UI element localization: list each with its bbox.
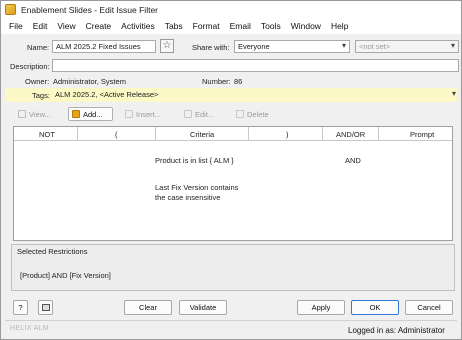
criteria-grid[interactable]: NOT ( Criteria ) AND/OR Prompt Product i… xyxy=(13,126,453,241)
share-with-select[interactable]: Everyone xyxy=(234,40,350,53)
col-and-or: AND/OR xyxy=(336,130,366,139)
col-prompt: Prompt xyxy=(410,130,435,139)
menu-file[interactable]: File xyxy=(9,21,23,31)
menu-window[interactable]: Window xyxy=(291,21,321,31)
edit-button-label: Edit... xyxy=(195,109,215,119)
delete-icon xyxy=(236,110,244,118)
row1-criteria[interactable]: Product is in list { ALM } xyxy=(155,156,234,166)
col-close-paren: ) xyxy=(286,130,289,139)
col-not: NOT xyxy=(39,130,55,139)
window-title: Enablement Slides - Edit Issue Filter xyxy=(21,4,159,15)
delete-button-label: Delete xyxy=(247,109,269,119)
name-field[interactable]: ALM 2025.2 Fixed Issues xyxy=(52,40,156,53)
grid-header: NOT ( Criteria ) AND/OR Prompt xyxy=(14,127,452,141)
number-value: 86 xyxy=(234,77,243,86)
col-criteria: Criteria xyxy=(190,130,215,139)
edit-button[interactable]: Edit... xyxy=(181,107,217,121)
insert-button[interactable]: Insert... xyxy=(122,107,164,121)
name-label: Name: xyxy=(27,43,50,52)
tags-field[interactable]: ALM 2025.2, <Active Release> xyxy=(52,89,459,102)
insert-icon xyxy=(125,110,133,118)
menu-help[interactable]: Help xyxy=(331,21,348,31)
edit-icon xyxy=(184,110,192,118)
edit-issue-filter-window: Enablement Slides - Edit Issue Filter Fi… xyxy=(0,0,462,340)
row2-criteria-line1[interactable]: Last Fix Version contains xyxy=(155,183,238,193)
menu-view[interactable]: View xyxy=(57,21,75,31)
title-bar: Enablement Slides - Edit Issue Filter xyxy=(1,1,461,18)
ok-button[interactable]: OK xyxy=(351,300,399,315)
menu-edit[interactable]: Edit xyxy=(33,21,48,31)
printer-icon xyxy=(41,304,50,311)
validate-button[interactable]: Validate xyxy=(179,300,227,315)
description-field[interactable] xyxy=(52,59,459,72)
cancel-button[interactable]: Cancel xyxy=(405,300,453,315)
apply-button[interactable]: Apply xyxy=(297,300,345,315)
insert-button-label: Insert... xyxy=(136,109,162,119)
share-with-label: Share with: xyxy=(192,43,230,52)
menu-tabs[interactable]: Tabs xyxy=(165,21,183,31)
menu-tools[interactable]: Tools xyxy=(261,21,281,31)
menu-activities[interactable]: Activities xyxy=(121,21,155,31)
view-button[interactable]: View... xyxy=(15,107,54,121)
description-label: Description: xyxy=(10,62,50,71)
view-icon xyxy=(18,110,26,118)
add-button[interactable]: Add... xyxy=(68,107,113,121)
star-icon[interactable]: ☆ xyxy=(160,39,174,53)
not-set-select[interactable]: <not set> xyxy=(355,40,459,53)
menu-bar: File Edit View Create Activities Tabs Fo… xyxy=(1,18,461,34)
number-label: Number: xyxy=(202,77,231,86)
row1-and-or[interactable]: AND xyxy=(345,156,361,166)
add-button-label: Add... xyxy=(83,109,103,119)
brand-watermark: HELIX ALM xyxy=(10,325,49,332)
logged-in-status: Logged in as: Administrator xyxy=(348,326,445,335)
selected-restrictions-panel: Selected Restrictions [Product] AND [Fix… xyxy=(11,244,455,291)
help-button[interactable]: ? xyxy=(13,300,28,315)
add-icon xyxy=(72,110,80,118)
print-button[interactable] xyxy=(38,300,53,315)
delete-button[interactable]: Delete xyxy=(233,107,272,121)
col-open-paren: ( xyxy=(115,130,118,139)
owner-value: Administrator, System xyxy=(53,77,126,86)
menu-create[interactable]: Create xyxy=(86,21,112,31)
app-icon xyxy=(5,4,16,15)
tags-label: Tags: xyxy=(32,91,50,100)
menu-email[interactable]: Email xyxy=(230,21,251,31)
status-divider xyxy=(5,320,457,321)
clear-button[interactable]: Clear xyxy=(124,300,172,315)
owner-label: Owner: xyxy=(25,77,50,86)
selected-restrictions-text: [Product] AND [Fix Version] xyxy=(20,271,111,280)
view-button-label: View... xyxy=(29,109,51,119)
row2-criteria-line2[interactable]: the case insensitive xyxy=(155,193,220,203)
selected-restrictions-title: Selected Restrictions xyxy=(17,247,88,256)
menu-format[interactable]: Format xyxy=(193,21,220,31)
